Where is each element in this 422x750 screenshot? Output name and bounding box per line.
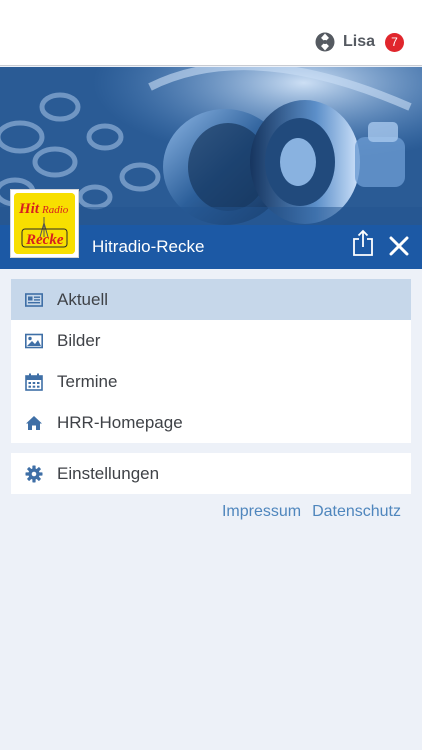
station-title: Hitradio-Recke xyxy=(92,237,205,256)
profile-icon xyxy=(315,32,335,52)
menu-label-termine: Termine xyxy=(57,371,118,391)
menu-item-aktuell[interactable]: Aktuell xyxy=(11,279,411,320)
menu-item-bilder[interactable]: Bilder xyxy=(11,320,411,361)
impressum-link[interactable]: Impressum xyxy=(222,503,301,521)
close-icon xyxy=(389,236,409,256)
menu-label-hrr-homepage: HRR-Homepage xyxy=(57,412,183,432)
footer-links: Impressum Datenschutz xyxy=(222,503,401,521)
user-name[interactable]: Lisa xyxy=(343,33,375,51)
station-logo: Hit Radio Recke xyxy=(10,189,79,258)
share-button[interactable] xyxy=(352,229,374,257)
close-button[interactable] xyxy=(389,236,409,256)
notification-badge[interactable]: 7 xyxy=(385,32,404,52)
svg-text:Hit: Hit xyxy=(18,201,40,217)
top-bar: Lisa 7 xyxy=(0,0,422,66)
logo-image: Hit Radio Recke xyxy=(14,193,75,254)
menu-label-aktuell: Aktuell xyxy=(57,289,109,309)
datenschutz-link[interactable]: Datenschutz xyxy=(312,503,401,521)
settings-menu: Einstellungen xyxy=(11,453,411,494)
calendar-icon xyxy=(25,373,43,391)
main-menu: Aktuell Bilder Termine HRR-Homepage xyxy=(11,279,411,443)
gear-icon xyxy=(25,465,43,482)
home-icon xyxy=(26,415,42,430)
newspaper-icon xyxy=(25,292,43,307)
menu-item-termine[interactable]: Termine xyxy=(11,361,411,402)
menu-label-einstellungen: Einstellungen xyxy=(57,463,160,483)
menu-item-einstellungen[interactable]: Einstellungen xyxy=(11,453,411,494)
menu-label-bilder: Bilder xyxy=(57,330,101,350)
user-account[interactable]: Lisa 7 xyxy=(315,32,404,52)
svg-text:Recke: Recke xyxy=(25,232,64,248)
menu-item-hrr-homepage[interactable]: HRR-Homepage xyxy=(11,402,411,443)
share-icon xyxy=(353,229,373,256)
svg-text:Radio: Radio xyxy=(41,204,69,216)
image-icon xyxy=(25,333,43,348)
